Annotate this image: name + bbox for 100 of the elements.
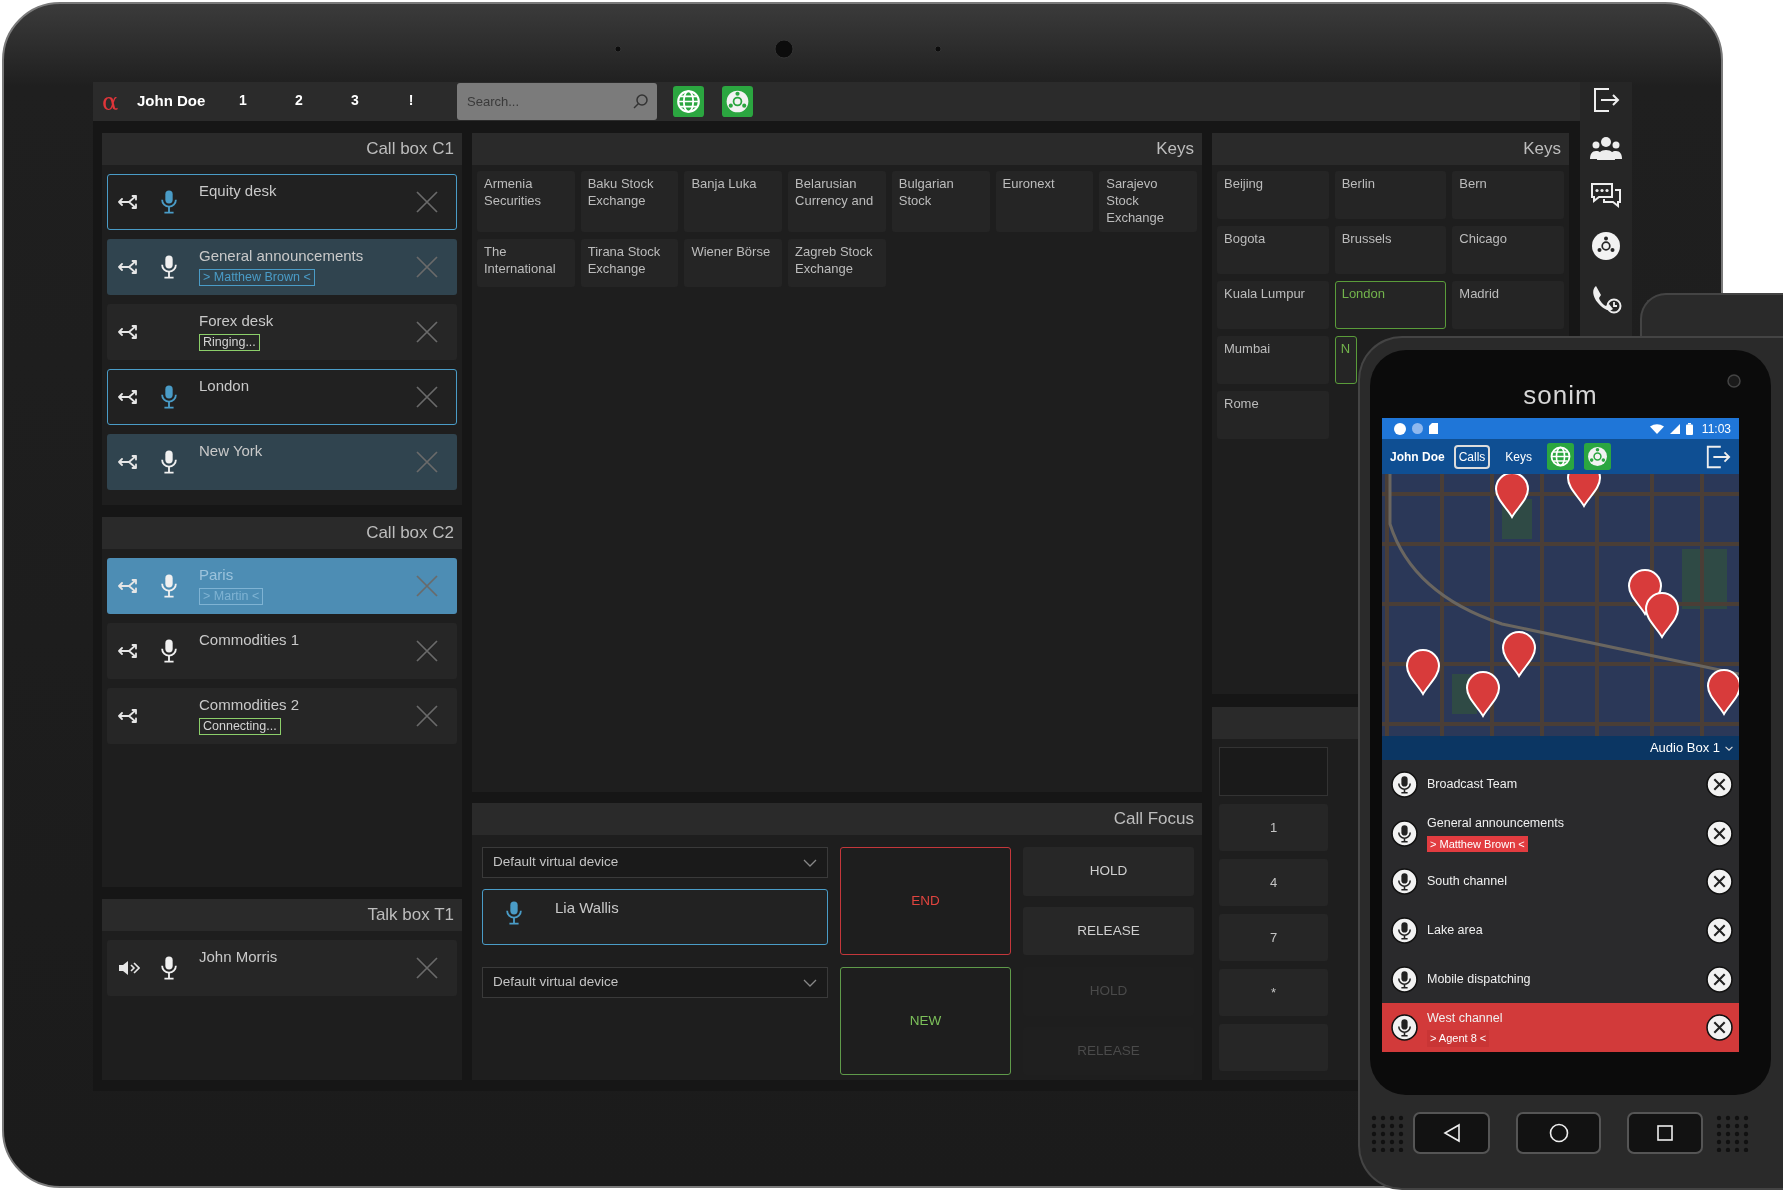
group-icon[interactable] xyxy=(1590,135,1622,161)
audio-box-label[interactable]: Audio Box 1 xyxy=(1649,738,1720,758)
tab[interactable]: ! xyxy=(383,86,439,117)
call-name: Commodities 1 xyxy=(199,631,300,649)
key-button[interactable]: Zagreb Stock Exchange xyxy=(788,238,886,287)
caller-name: Lia Wallis xyxy=(555,898,619,918)
back-button[interactable] xyxy=(1413,1112,1490,1154)
party-tag: > Agent 8 < xyxy=(1427,1030,1490,1047)
key-button[interactable]: The International xyxy=(477,238,575,287)
keypad-key[interactable]: 4 xyxy=(1219,859,1328,906)
end-call-button[interactable]: END xyxy=(840,847,1011,955)
globe-button[interactable] xyxy=(673,86,704,117)
search-field[interactable]: Search... xyxy=(457,83,657,120)
tab[interactable]: 3 xyxy=(327,86,383,117)
keypad-key[interactable]: * xyxy=(1219,969,1328,1016)
channel-row[interactable]: West channel > Agent 8 < xyxy=(1382,1003,1739,1052)
key-button[interactable]: Tirana Stock Exchange xyxy=(580,238,679,287)
mic-icon[interactable] xyxy=(1391,819,1418,847)
mic-icon[interactable] xyxy=(1391,770,1418,798)
tab[interactable]: Keys xyxy=(1500,444,1538,469)
channel-name: West channel xyxy=(1427,1009,1503,1027)
mic-icon[interactable] xyxy=(1391,916,1418,944)
key-button[interactable]: Madrid xyxy=(1452,281,1564,329)
key-button[interactable]: Wiener Börse xyxy=(684,238,783,287)
close-icon[interactable] xyxy=(1706,868,1733,896)
globe-icon[interactable] xyxy=(1547,443,1575,470)
key-button[interactable]: Bern xyxy=(1452,171,1564,219)
keypad-key[interactable]: 1 xyxy=(1219,804,1328,851)
call-row[interactable]: Commodities 1 xyxy=(107,623,457,679)
key-button[interactable]: Kuala Lumpur xyxy=(1217,281,1329,329)
call-row[interactable]: John Morris xyxy=(107,940,457,996)
branch-arrow-icon xyxy=(118,324,140,340)
home-button[interactable] xyxy=(1516,1112,1601,1154)
key-button[interactable]: Brussels xyxy=(1334,226,1447,274)
key-button[interactable]: Belarusian Currency and xyxy=(788,171,886,232)
mic-icon[interactable] xyxy=(1391,1014,1418,1042)
key-button[interactable]: Sarajevo Stock Exchange xyxy=(1099,171,1197,232)
key-button[interactable]: Mumbai xyxy=(1217,336,1329,384)
branch-arrow-icon xyxy=(118,389,140,405)
action-button[interactable]: RELEASE xyxy=(1023,906,1194,955)
target-icon[interactable] xyxy=(1591,231,1621,261)
new-call-button[interactable]: NEW xyxy=(840,967,1011,1075)
key-button[interactable]: Beijing xyxy=(1217,171,1329,219)
logout-icon[interactable] xyxy=(1592,86,1620,114)
panel-title: Keys xyxy=(1523,138,1561,161)
close-icon[interactable] xyxy=(1706,965,1733,993)
camera-lens xyxy=(1727,374,1741,388)
call-row[interactable]: New York xyxy=(107,434,457,490)
channel-row[interactable]: General announcements > Matthew Brown < xyxy=(1382,808,1739,858)
key-button[interactable]: Baku Stock Exchange xyxy=(580,171,679,232)
key-button[interactable]: Euronext xyxy=(995,171,1094,232)
channel-row[interactable]: South channel xyxy=(1382,857,1739,906)
device-select[interactable]: Default virtual device xyxy=(482,967,828,998)
key-button[interactable]: Armenia Securities xyxy=(477,171,575,232)
device-select[interactable]: Default virtual device xyxy=(482,847,828,878)
user-name: John Doe xyxy=(1390,448,1445,466)
logout-icon[interactable] xyxy=(1705,443,1731,470)
key-button[interactable]: N xyxy=(1334,336,1357,384)
key-button[interactable]: Bulgarian Stock xyxy=(891,171,990,232)
close-icon[interactable] xyxy=(1706,1014,1733,1042)
close-icon[interactable] xyxy=(1706,819,1733,847)
tab[interactable]: Calls xyxy=(1453,444,1491,469)
call-row[interactable]: Commodities 2 Connecting... xyxy=(107,688,457,744)
chat-icon[interactable] xyxy=(1590,182,1622,210)
tab[interactable]: 1 xyxy=(215,86,271,117)
tab[interactable]: 2 xyxy=(271,86,327,117)
caret-icon[interactable] xyxy=(1725,745,1733,751)
call-row[interactable]: Forex desk Ringing... xyxy=(107,304,457,360)
channel-name: South channel xyxy=(1427,873,1507,891)
key-button[interactable]: London xyxy=(1334,281,1447,329)
close-icon[interactable] xyxy=(1706,770,1733,798)
target-icon[interactable] xyxy=(1584,443,1612,470)
target-icon xyxy=(722,86,753,117)
channel-row[interactable]: Broadcast Team xyxy=(1382,760,1739,809)
mic-icon[interactable] xyxy=(1391,965,1418,993)
call-name: John Morris xyxy=(199,948,278,966)
action-button[interactable]: HOLD xyxy=(1023,847,1194,896)
call-row[interactable]: General announcements > Matthew Brown < xyxy=(107,239,457,295)
channel-name: Broadcast Team xyxy=(1427,775,1518,793)
call-name: Commodities 2 xyxy=(199,696,300,714)
focused-call-card[interactable]: Lia Wallis xyxy=(482,889,828,945)
call-row[interactable]: London xyxy=(107,369,457,425)
key-button[interactable]: Rome xyxy=(1217,391,1329,439)
channel-name: Mobile dispatching xyxy=(1427,970,1531,988)
mic-icon[interactable] xyxy=(1391,868,1418,896)
key-button[interactable]: Bogota xyxy=(1217,226,1329,274)
close-icon[interactable] xyxy=(1706,916,1733,944)
sensor-dot xyxy=(934,45,942,53)
key-button[interactable]: Chicago xyxy=(1452,226,1564,274)
key-button[interactable]: Berlin xyxy=(1334,171,1447,219)
speaker-icon xyxy=(118,960,140,976)
party-tag: > Matthew Brown < xyxy=(199,269,315,286)
target-button[interactable] xyxy=(722,86,753,117)
keypad-key[interactable]: 7 xyxy=(1219,914,1328,961)
channel-row[interactable]: Mobile dispatching xyxy=(1382,954,1739,1004)
channel-row[interactable]: Lake area xyxy=(1382,906,1739,955)
key-button[interactable]: Banja Luka xyxy=(684,171,783,232)
search-icon[interactable] xyxy=(633,93,649,109)
recents-button[interactable] xyxy=(1627,1112,1703,1154)
call-row[interactable]: Equity desk xyxy=(107,174,457,230)
